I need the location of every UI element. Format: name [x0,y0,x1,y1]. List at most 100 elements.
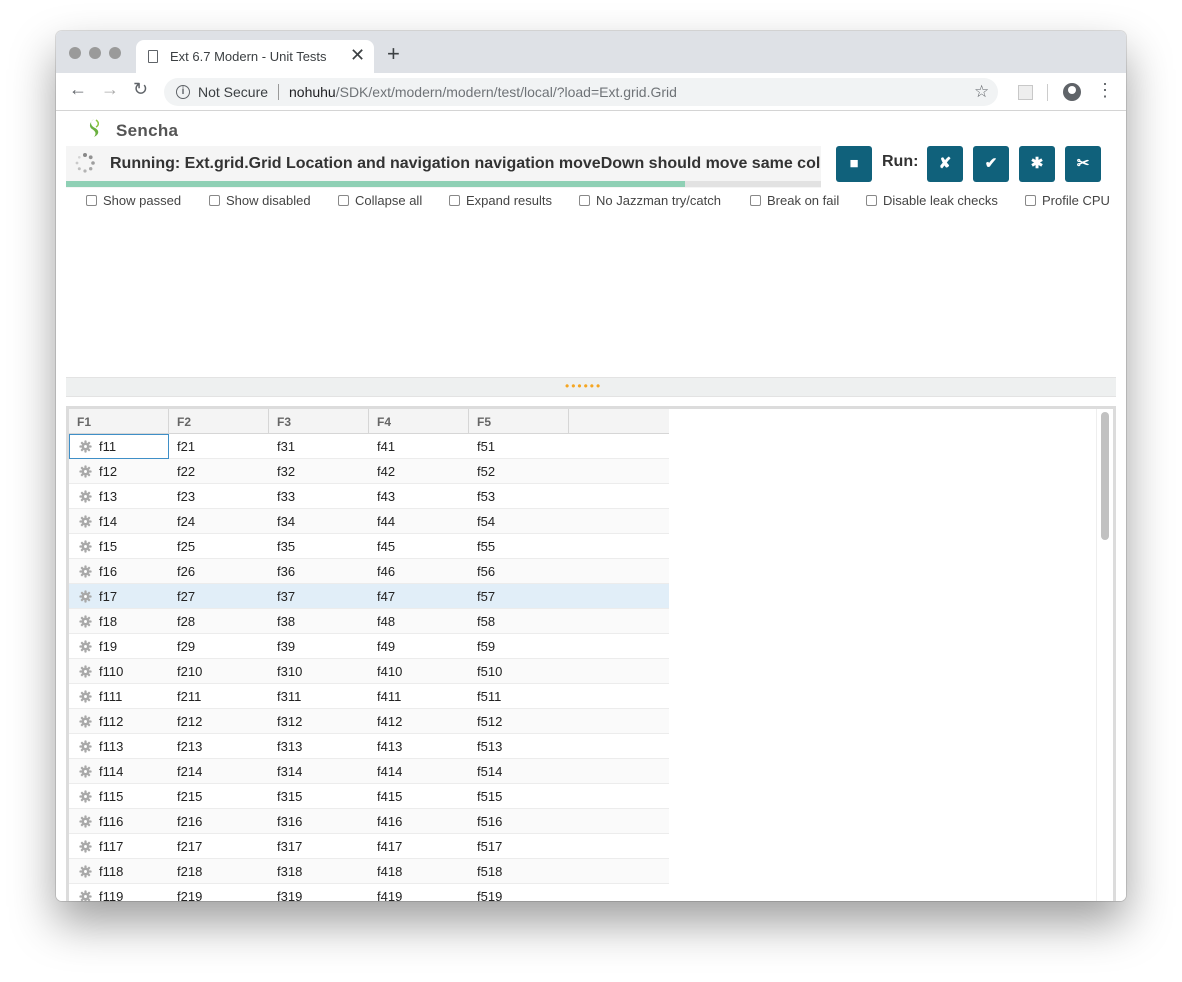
grid-cell[interactable]: f26 [177,559,195,584]
grid-cell[interactable]: f217 [177,834,202,859]
grid-cell[interactable]: f51 [477,434,495,459]
option-break-on-fail[interactable]: Break on fail [750,193,839,208]
grid-cell[interactable]: f46 [377,559,395,584]
grid-cell[interactable]: f111 [99,684,122,709]
option-collapse-all[interactable]: Collapse all [338,193,422,208]
back-button[interactable]: ← [69,80,87,98]
grid-cell[interactable]: f118 [99,859,123,884]
column-header-f5[interactable]: F5 [469,409,569,434]
grid-cell[interactable]: f113 [99,734,123,759]
table-row[interactable]: f16 f26 f36 f46 f56 [69,559,669,584]
grid-cell[interactable]: f318 [277,859,302,884]
gear-icon[interactable] [79,790,92,803]
grid-cell[interactable]: f513 [477,734,502,759]
grid-cell[interactable]: f413 [377,734,402,759]
info-icon[interactable]: i [176,85,190,99]
grid-cell[interactable]: f213 [177,734,202,759]
grid-cell[interactable]: f23 [177,484,195,509]
grid-cell[interactable]: f17 [99,584,117,609]
grid-cell[interactable]: f31 [277,434,295,459]
grid-cell[interactable]: f512 [477,709,502,734]
grid-cell[interactable]: f47 [377,584,395,609]
grid-cell[interactable]: f519 [477,884,502,901]
grid-cell[interactable]: f15 [99,534,117,559]
grid-cell[interactable]: f319 [277,884,302,901]
grid-cell[interactable]: f13 [99,484,117,509]
grid-cell[interactable]: f114 [99,759,123,784]
gear-icon[interactable] [79,715,92,728]
checkbox[interactable] [86,195,97,206]
table-row[interactable]: f15 f25 f35 f45 f55 [69,534,669,559]
close-tab-icon[interactable]: ✕ [350,45,365,66]
table-row[interactable]: f14 f24 f34 f44 f54 [69,509,669,534]
grid-cell[interactable]: f515 [477,784,502,809]
grid-cell[interactable]: f18 [99,609,117,634]
gear-icon[interactable] [79,565,92,578]
run-passed-button[interactable]: ✔ [973,146,1009,182]
gear-icon[interactable] [79,615,92,628]
grid-cell[interactable]: f29 [177,634,195,659]
grid-cell[interactable]: f53 [477,484,495,509]
run-all-button[interactable]: ✱ [1019,146,1055,182]
grid-cell[interactable]: f416 [377,809,402,834]
grid-cell[interactable]: f22 [177,459,195,484]
maximize-window-dot[interactable] [109,47,121,59]
grid-cell[interactable]: f55 [477,534,495,559]
grid-cell[interactable]: f411 [377,684,401,709]
profile-avatar-icon[interactable] [1063,83,1081,101]
grid-cell[interactable]: f410 [377,659,402,684]
gear-icon[interactable] [79,765,92,778]
grid-cell[interactable]: f419 [377,884,402,901]
grid-cell[interactable]: f314 [277,759,302,784]
grid-cell[interactable]: f311 [277,684,301,709]
table-row[interactable]: f111 f211 f311 f411 f511 [69,684,669,709]
column-header-f3[interactable]: F3 [269,409,369,434]
grid-cell[interactable]: f312 [277,709,302,734]
table-row[interactable]: f19 f29 f39 f49 f59 [69,634,669,659]
grid-cell[interactable]: f215 [177,784,202,809]
extension-icon[interactable] [1018,85,1033,100]
grid-cell[interactable]: f24 [177,509,195,534]
vertical-scroll-thumb[interactable] [1101,412,1109,540]
grid-cell[interactable]: f37 [277,584,295,609]
column-header-f1[interactable]: F1 [69,409,169,434]
bookmark-star-icon[interactable]: ☆ [974,82,989,102]
grid-cell[interactable]: f19 [99,634,117,659]
gear-icon[interactable] [79,640,92,653]
grid-cell[interactable]: f57 [477,584,495,609]
grid-cell[interactable]: f12 [99,459,117,484]
gear-icon[interactable] [79,490,92,503]
browser-menu-icon[interactable]: ⋮ [1096,81,1114,99]
checkbox[interactable] [338,195,349,206]
grid-cell[interactable]: f210 [177,659,202,684]
gear-icon[interactable] [79,740,92,753]
grid-cell[interactable]: f38 [277,609,295,634]
grid-cell[interactable]: f34 [277,509,295,534]
grid-cell[interactable]: f41 [377,434,395,459]
grid-cell[interactable]: f25 [177,534,195,559]
grid-cell[interactable]: f418 [377,859,402,884]
grid-cell[interactable]: f517 [477,834,502,859]
grid-cell[interactable]: f216 [177,809,202,834]
stop-button[interactable]: ■ [836,146,872,182]
grid-cell[interactable]: f219 [177,884,202,901]
grid-cell[interactable]: f315 [277,784,302,809]
gear-icon[interactable] [79,540,92,553]
grid-cell[interactable]: f56 [477,559,495,584]
run-selected-button[interactable]: ✂ [1065,146,1101,182]
table-row[interactable]: f114 f214 f314 f414 f514 [69,759,669,784]
table-row[interactable]: f118 f218 f318 f418 f518 [69,859,669,884]
table-row[interactable]: f113 f213 f313 f413 f513 [69,734,669,759]
grid-cell[interactable]: f212 [177,709,202,734]
option-no-jazzman[interactable]: No Jazzman try/catch [579,193,721,208]
option-show-passed[interactable]: Show passed [86,193,181,208]
new-tab-button[interactable]: + [387,43,400,65]
grid-cell[interactable]: f48 [377,609,395,634]
table-row[interactable]: f12 f22 f32 f42 f52 [69,459,669,484]
grid-cell[interactable]: f117 [99,834,123,859]
option-disable-leak-checks[interactable]: Disable leak checks [866,193,998,208]
gear-icon[interactable] [79,840,92,853]
grid-cell[interactable]: f510 [477,659,502,684]
table-row[interactable]: f13 f23 f33 f43 f53 [69,484,669,509]
grid-cell[interactable]: f417 [377,834,402,859]
